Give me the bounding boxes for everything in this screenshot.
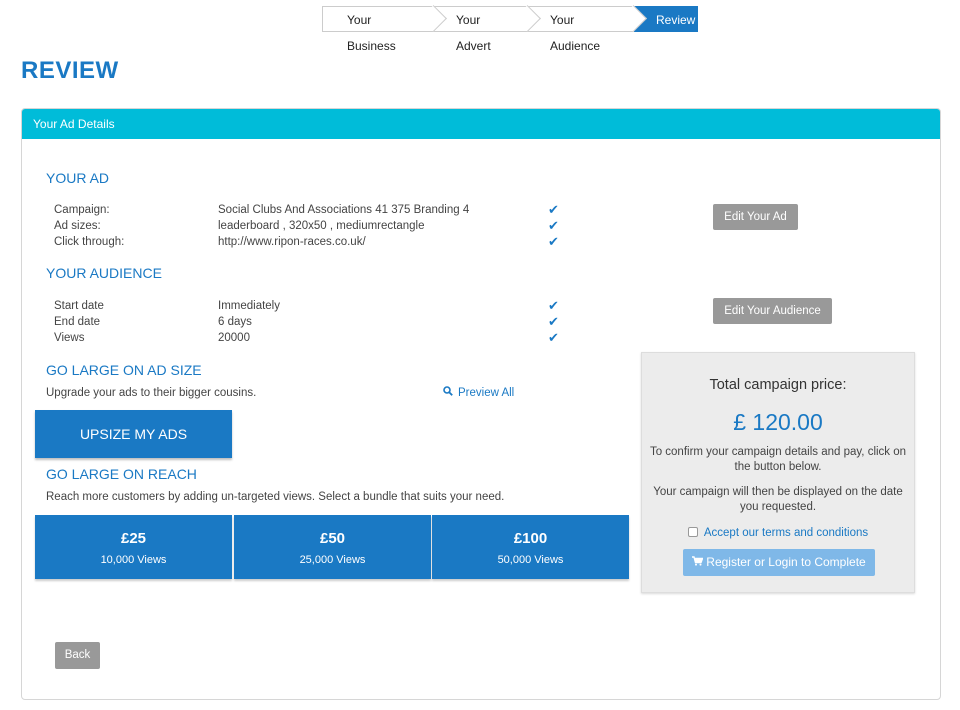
bundle-price: £100 [513, 530, 548, 547]
edit-your-ad-button[interactable]: Edit Your Ad [713, 204, 798, 230]
progress-stepper: Your Business Your Advert Your Audience … [322, 5, 698, 53]
check-icon: ✔ [548, 218, 559, 233]
register-label: Register or Login to Complete [706, 555, 866, 569]
row-value: 6 days [218, 316, 252, 328]
campaign-price-box: Total campaign price: £ 120.00 To confir… [641, 352, 915, 593]
upsize-my-ads-button[interactable]: UPSIZE MY ADS [35, 410, 232, 458]
terms-row: Accept our terms and conditions [642, 527, 914, 539]
ad-size-title: GO LARGE ON AD SIZE [46, 362, 202, 378]
row-value: Immediately [218, 300, 280, 312]
page-title: REVIEW [21, 57, 119, 84]
confirm-text: To confirm your campaign details and pay… [649, 446, 907, 473]
total-price-title: Total campaign price: [709, 377, 847, 393]
row-value: leaderboard , 320x50 , mediumrectangle [218, 220, 425, 232]
reach-subtitle: Reach more customers by adding un-target… [46, 491, 505, 503]
your-audience-title: YOUR AUDIENCE [46, 265, 162, 281]
register-login-button[interactable]: Register or Login to Complete [683, 549, 875, 576]
step-your-audience[interactable]: Your Audience [528, 5, 647, 53]
check-icon: ✔ [548, 298, 559, 313]
row-value: http://www.ripon-races.co.uk/ [218, 236, 366, 248]
step-label: Review [656, 13, 696, 27]
step-label: Your Audience [550, 13, 601, 53]
step-label: Your Advert [456, 13, 491, 53]
search-icon [443, 386, 453, 399]
check-icon: ✔ [548, 314, 559, 329]
row-label: Views [54, 332, 85, 344]
display-text: Your campaign will then be displayed on … [653, 486, 903, 513]
row-value: Social Clubs And Associations 41 375 Bra… [218, 204, 470, 216]
row-value: 20000 [218, 332, 250, 344]
bundle-100-button[interactable]: £100 50,000 Views [432, 515, 629, 579]
check-icon: ✔ [548, 234, 559, 249]
step-your-advert[interactable]: Your Advert [434, 5, 541, 53]
row-label: Click through: [54, 236, 125, 248]
panel-header: Your Ad Details [22, 109, 940, 139]
total-price-amount: £ 120.00 [733, 409, 823, 435]
step-your-business[interactable]: Your Business [322, 5, 447, 53]
back-button[interactable]: Back [55, 642, 100, 669]
bundle-views: 25,000 Views [299, 554, 366, 566]
bundle-50-button[interactable]: £50 25,000 Views [234, 515, 431, 579]
bundle-price: £25 [120, 530, 147, 547]
bundle-25-button[interactable]: £25 10,000 Views [35, 515, 232, 579]
row-label: Ad sizes: [54, 220, 101, 232]
cart-icon [692, 550, 704, 577]
reach-title: GO LARGE ON REACH [46, 466, 197, 482]
row-label: Campaign: [54, 204, 110, 216]
edit-your-audience-button[interactable]: Edit Your Audience [713, 298, 832, 324]
row-label: End date [54, 316, 101, 328]
terms-checkbox[interactable] [687, 527, 698, 537]
check-icon: ✔ [548, 330, 559, 345]
preview-all-label: Preview All [458, 387, 515, 399]
bundle-price: £50 [319, 530, 346, 547]
preview-all-link[interactable]: Preview All [443, 386, 514, 399]
step-label: Your Business [347, 13, 396, 53]
check-icon: ✔ [548, 202, 559, 217]
row-label: Start date [54, 300, 104, 312]
terms-link[interactable]: Accept our terms and conditions [704, 527, 868, 539]
bundle-views: 10,000 Views [100, 554, 167, 566]
ad-size-subtitle: Upgrade your ads to their bigger cousins… [46, 387, 257, 399]
your-ad-title: YOUR AD [46, 170, 110, 186]
bundle-views: 50,000 Views [497, 554, 564, 566]
